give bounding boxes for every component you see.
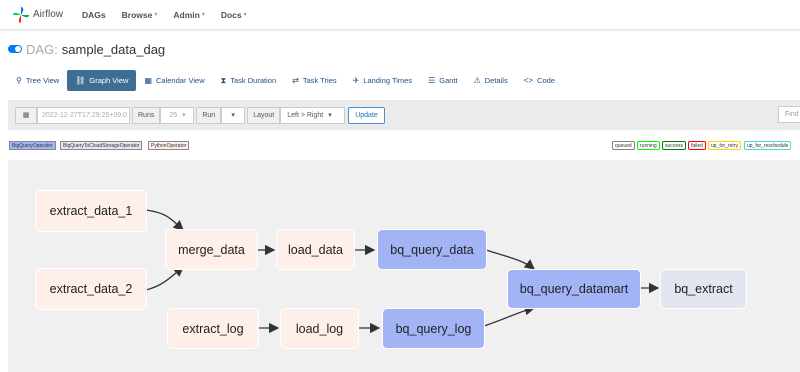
task-node-extract-data-2[interactable]: extract_data_2 [35, 268, 147, 310]
warning-icon: ⚠ [473, 76, 481, 85]
tab-task-duration[interactable]: ⧗ Task Duration [213, 70, 284, 91]
tab-label: Landing Times [363, 76, 413, 85]
task-node-extract-log[interactable]: extract_log [167, 308, 259, 349]
legend-state-success[interactable]: success [662, 141, 687, 150]
nav-dags-label: DAGs [82, 9, 106, 20]
dag-title-name: sample_data_dag [61, 41, 166, 57]
nav-docs-label: Docs [220, 9, 242, 20]
run-select[interactable]: ▾ [221, 106, 246, 124]
tab-label: Task Tries [302, 76, 337, 85]
brand[interactable]: Airflow [12, 6, 82, 24]
tab-label: Code [537, 76, 555, 85]
nav-browse[interactable]: Browse ▾ [122, 10, 158, 20]
tab-graph-view[interactable]: ⛓ Graph View [67, 70, 137, 91]
edge-bqlog-datamart [483, 305, 536, 327]
tab-label: Details [484, 76, 508, 85]
task-node-extract-data-1[interactable]: extract_data_1 [35, 190, 147, 232]
edge-extract1-merge [145, 209, 184, 231]
legend-operator-bigquery: BigQueryOperator [9, 141, 56, 150]
layout-select[interactable]: Left > Right ▾ [280, 106, 346, 124]
edge-bqdata-datamart [485, 249, 536, 270]
tab-task-tries[interactable]: ⇄ Task Tries [284, 70, 344, 91]
tab-gantt[interactable]: ☰ Gantt [420, 70, 466, 91]
tab-label: Tree View [25, 76, 60, 85]
nav-browse-label: Browse [121, 9, 153, 20]
runs-label: Runs [132, 106, 161, 124]
base-date-input[interactable]: 2022-12-27T17:29:25+09:0 [37, 106, 130, 124]
run-label: Run [196, 106, 222, 124]
chevron-down-icon: ▾ [182, 112, 186, 119]
calendar-picker-button[interactable]: ▦ [15, 106, 37, 124]
nav-admin-label: Admin [173, 9, 200, 20]
chevron-down-icon: ▾ [243, 12, 247, 18]
task-node-bq-extract[interactable]: bq_extract [660, 269, 747, 309]
tree-icon: ⚲ [16, 76, 22, 85]
find-task-input[interactable]: Find [778, 106, 800, 123]
runs-value: 25 [169, 111, 178, 119]
nav-docs[interactable]: Docs ▾ [221, 10, 247, 20]
plane-landing-icon: ✈ [352, 76, 360, 85]
legend-operator-python: PythonOperator [148, 141, 190, 150]
gantt-icon: ☰ [428, 76, 436, 85]
task-node-bq-query-datamart[interactable]: bq_query_datamart [507, 269, 641, 309]
chevron-down-icon: ▾ [201, 12, 205, 18]
dag-graph-canvas[interactable]: extract_data_1 extract_data_2 merge_data… [8, 160, 800, 372]
layout-label: Layout [247, 106, 281, 124]
legend-state-queued[interactable]: queued [612, 141, 635, 150]
tab-label: Task Duration [230, 76, 277, 85]
task-node-load-log[interactable]: load_log [280, 308, 359, 349]
legend-state-up-for-retry[interactable]: up_for_retry [708, 141, 741, 150]
navbar: Airflow DAGs Browse ▾ Admin ▾ Docs ▾ [0, 0, 800, 29]
dag-title-prefix: DAG: [26, 41, 58, 57]
tab-label: Calendar View [156, 76, 205, 85]
tab-tree-view[interactable]: ⚲ Tree View [8, 70, 67, 91]
hourglass-icon: ⧗ [220, 75, 227, 85]
edge-extract2-merge [145, 266, 184, 291]
chevron-down-icon: ▾ [328, 112, 332, 119]
legend-state-failed[interactable]: failed [688, 141, 706, 150]
tab-code[interactable]: <> Code [516, 70, 563, 91]
runs-select[interactable]: 25 ▾ [160, 106, 195, 124]
update-button[interactable]: Update [348, 106, 385, 124]
nav-admin[interactable]: Admin ▾ [173, 10, 204, 20]
task-node-bq-query-log[interactable]: bq_query_log [382, 308, 485, 349]
airflow-pinwheel-icon [12, 6, 30, 23]
task-node-merge-data[interactable]: merge_data [165, 229, 258, 270]
refresh-icon: ⇄ [292, 76, 299, 85]
chevron-down-icon: ▾ [231, 112, 235, 119]
nav-dags[interactable]: DAGs [82, 10, 106, 20]
brand-name: Airflow [33, 9, 64, 20]
task-node-bq-query-data[interactable]: bq_query_data [377, 229, 487, 270]
dag-pause-toggle[interactable] [8, 45, 22, 53]
tab-details[interactable]: ⚠ Details [466, 70, 516, 91]
task-node-load-data[interactable]: load_data [276, 229, 355, 270]
tab-calendar-view[interactable]: ▦ Calendar View [136, 70, 212, 91]
tab-label: Graph View [89, 76, 129, 85]
calendar-icon: ▦ [144, 76, 152, 85]
graph-icon: ⛓ [75, 76, 86, 85]
tab-landing-times[interactable]: ✈ Landing Times [345, 70, 420, 91]
graph-controls: ▦ 2022-12-27T17:29:25+09:0 Runs 25 ▾ Run … [8, 100, 800, 130]
code-icon: <> [523, 76, 534, 85]
tab-label: Gantt [439, 76, 458, 85]
chevron-down-icon: ▾ [154, 12, 158, 18]
calendar-icon: ▦ [22, 112, 30, 119]
legend-state-running[interactable]: running [637, 141, 660, 150]
legend-operator-bq-to-gcs: BigQueryToCloudStorageOperator [60, 141, 143, 150]
dag-title: DAG: sample_data_dag [8, 41, 165, 57]
view-tabs: ⚲ Tree View ⛓ Graph View ▦ Calendar View ⧗ T… [8, 70, 563, 91]
legend-state-up-for-reschedule[interactable]: up_for_reschedule [744, 141, 792, 150]
layout-value: Left > Right [287, 111, 324, 119]
